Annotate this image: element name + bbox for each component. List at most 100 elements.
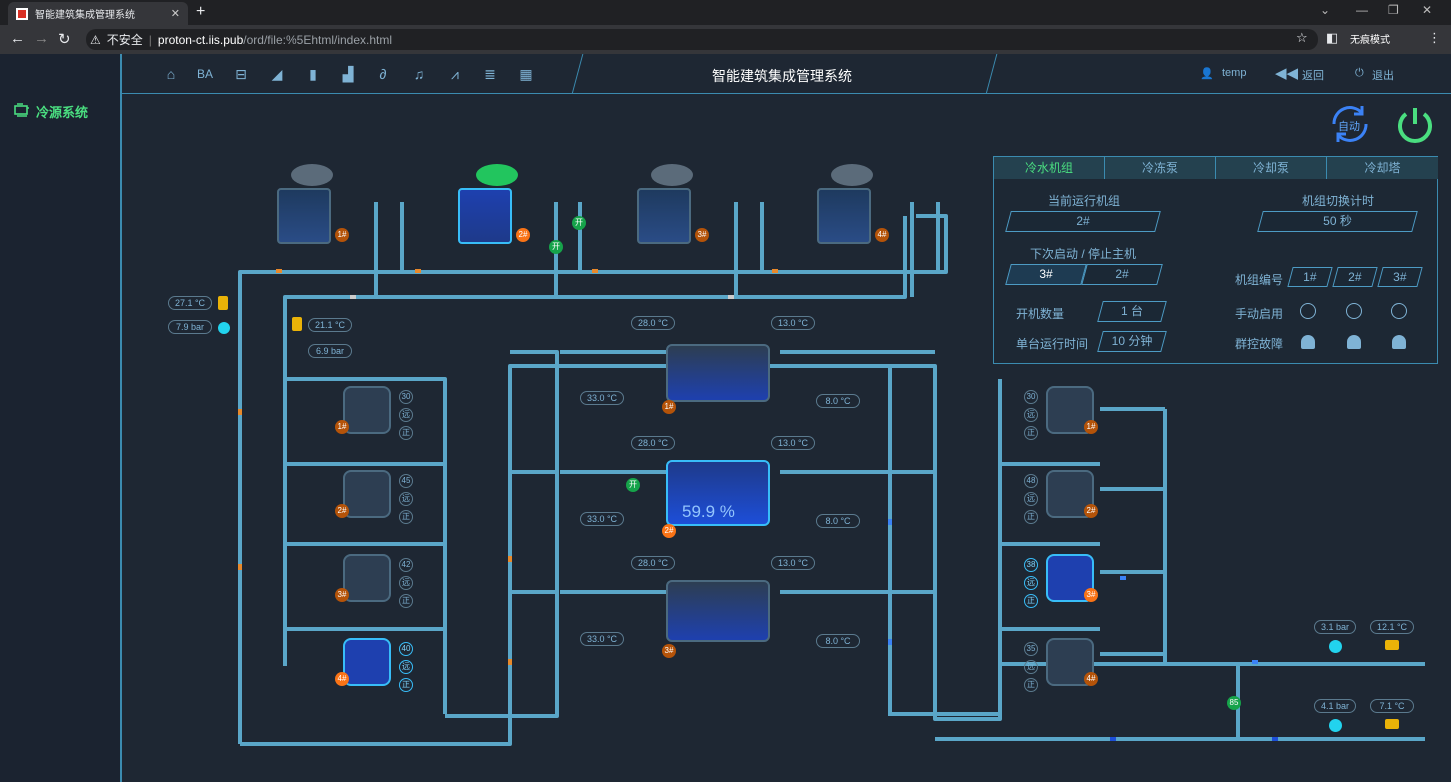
auto-label: 自动 xyxy=(1338,121,1360,133)
pump-left-4[interactable]: 40 远 正 4# xyxy=(335,628,425,698)
back-arrow-icon[interactable]: ← xyxy=(10,30,25,47)
url-field[interactable]: ⚠ 不安全 | proton-ct.iis.pub /ord/file:%5Eh… xyxy=(86,29,1318,50)
next-start-field[interactable]: 3# xyxy=(1005,264,1087,285)
pump-state: 正 xyxy=(399,426,413,440)
pump-left-1[interactable]: 30 远 正 1# xyxy=(335,376,425,446)
switch-timer-value: 50 秒 xyxy=(1323,214,1352,228)
tab-chilled-pump[interactable]: 冷冻泵 xyxy=(1105,157,1216,179)
next-stop-value: 2# xyxy=(1115,267,1129,281)
power-icon xyxy=(1398,108,1432,143)
tab-title: 智能建筑集成管理系统 xyxy=(35,10,135,21)
auto-switch-button[interactable]: 自动 xyxy=(1326,102,1374,146)
browser-tab[interactable]: 智能建筑集成管理系统 ✕ xyxy=(8,2,188,25)
unit-1-label: 1# xyxy=(1303,270,1317,284)
url-separator: | xyxy=(148,32,152,47)
pump-state: 正 xyxy=(399,594,413,608)
incognito-label[interactable]: 无痕模式 xyxy=(1350,31,1390,46)
fault-label: 群控故障 xyxy=(1235,337,1284,351)
unit-1-box: 1# xyxy=(1287,267,1333,287)
check-circle-icon[interactable] xyxy=(1346,303,1362,319)
next-stop-field[interactable]: 2# xyxy=(1081,264,1163,285)
url-path: /ord/file:%5Ehtml/index.html xyxy=(243,32,393,47)
count-field[interactable]: 1 台 xyxy=(1097,301,1167,322)
sidepanel-icon[interactable]: ◧ xyxy=(1326,30,1338,46)
valve-open-badge[interactable]: 开 xyxy=(572,216,586,230)
pump-right-3[interactable]: 38 远 正 3# xyxy=(1022,544,1112,614)
chiller-in-temp: 13.0 °C xyxy=(771,556,815,570)
close-window-icon[interactable]: ✕ xyxy=(1422,3,1432,17)
bell-icon xyxy=(1347,335,1361,349)
pump-state: 正 xyxy=(1024,426,1038,440)
tab-chiller[interactable]: 冷水机组 xyxy=(994,157,1105,179)
tab-cooling-pump[interactable]: 冷却泵 xyxy=(1216,157,1327,179)
tower-id-badge: 1# xyxy=(335,228,349,242)
chiller-1[interactable]: 1# xyxy=(660,336,780,414)
count-value: 1 台 xyxy=(1120,304,1143,318)
menu-dots-icon[interactable]: ⋮ xyxy=(1428,30,1441,46)
restore-icon[interactable]: ❐ xyxy=(1388,3,1399,17)
tab-search-icon[interactable]: ⌄ xyxy=(1320,3,1330,17)
tab-cooling-tower[interactable]: 冷却塔 xyxy=(1327,157,1438,179)
reload-icon[interactable]: ↻ xyxy=(58,30,71,48)
cooling-tower-4[interactable]: 4# xyxy=(817,164,889,244)
check-circle-icon[interactable] xyxy=(1300,303,1316,319)
chiller-2[interactable]: 59.9 % 2# xyxy=(660,454,780,538)
power-button[interactable] xyxy=(1394,104,1436,146)
pump-left-3[interactable]: 42 远 正 3# xyxy=(335,544,425,614)
next-start-value: 3# xyxy=(1039,267,1053,281)
pump-id-badge: 2# xyxy=(1084,504,1098,518)
cooling-tower-2[interactable]: 2# xyxy=(458,164,530,244)
pump-right-4[interactable]: 35 远 正 4# xyxy=(1022,628,1112,698)
close-tab-icon[interactable]: ✕ xyxy=(171,7,180,20)
sensor-pressure-tag: 6.9 bar xyxy=(308,344,352,358)
bypass-valve-badge[interactable]: 85 xyxy=(1227,696,1241,710)
switch-timer-label: 机组切换计时 xyxy=(1302,194,1375,208)
pump-id-badge: 4# xyxy=(335,672,349,686)
forward-arrow-icon[interactable]: → xyxy=(34,30,49,47)
pump-mode: 远 xyxy=(1024,492,1038,506)
chiller-body xyxy=(666,580,770,642)
chiller-in-temp: 28.0 °C xyxy=(631,556,675,570)
pump-state: 正 xyxy=(399,678,413,692)
unit-2-label: 2# xyxy=(1348,270,1362,284)
pump-freq: 30 xyxy=(1024,390,1038,404)
runtime-field[interactable]: 10 分钟 xyxy=(1097,331,1167,352)
switch-timer-field: 50 秒 xyxy=(1257,211,1418,232)
pump-id-badge: 3# xyxy=(1084,588,1098,602)
tower-id-badge: 4# xyxy=(875,228,889,242)
valve-open-badge[interactable]: 开 xyxy=(626,478,640,492)
check-circle-icon[interactable] xyxy=(1391,303,1407,319)
chiller-3[interactable]: 3# xyxy=(660,574,780,658)
sensor-temp-tag: 21.1 °C xyxy=(308,318,352,332)
pump-state: 正 xyxy=(1024,594,1038,608)
chiller-id-badge: 3# xyxy=(662,644,676,658)
cooling-tower-1[interactable]: 1# xyxy=(277,164,349,244)
new-tab-button[interactable]: + xyxy=(196,3,205,21)
fan-icon xyxy=(291,164,333,186)
bookmark-star-icon[interactable]: ☆ xyxy=(1296,30,1308,46)
pump-body xyxy=(343,470,391,518)
favicon-icon xyxy=(16,7,28,20)
chiller-out-temp: 33.0 °C xyxy=(580,512,624,526)
fan-icon xyxy=(831,164,873,186)
pump-freq: 48 xyxy=(1024,474,1038,488)
pump-right-2[interactable]: 48 远 正 2# xyxy=(1022,460,1112,530)
thermometer-icon xyxy=(218,296,228,310)
thermometer-icon xyxy=(1385,640,1399,650)
pump-left-2[interactable]: 45 远 正 2# xyxy=(335,460,425,530)
minimize-icon[interactable]: — xyxy=(1356,3,1368,17)
thermometer-icon xyxy=(1385,719,1399,729)
pump-id-badge: 1# xyxy=(1084,420,1098,434)
cooling-tower-3[interactable]: 3# xyxy=(637,164,709,244)
chiller-out-temp: 33.0 °C xyxy=(580,632,624,646)
chiller-id-badge: 1# xyxy=(662,400,676,414)
tower-id-badge: 3# xyxy=(695,228,709,242)
fan-active-icon xyxy=(476,164,518,186)
unit-3-box: 3# xyxy=(1377,267,1423,287)
url-host: proton-ct.iis.pub xyxy=(157,32,244,47)
pump-right-1[interactable]: 30 远 正 1# xyxy=(1022,376,1112,446)
current-unit-label: 当前运行机组 xyxy=(1048,194,1121,208)
valve-open-badge[interactable]: 开 xyxy=(549,240,563,254)
sensor-pressure-tag: 4.1 bar xyxy=(1314,699,1356,713)
pump-id-badge: 4# xyxy=(1084,672,1098,686)
